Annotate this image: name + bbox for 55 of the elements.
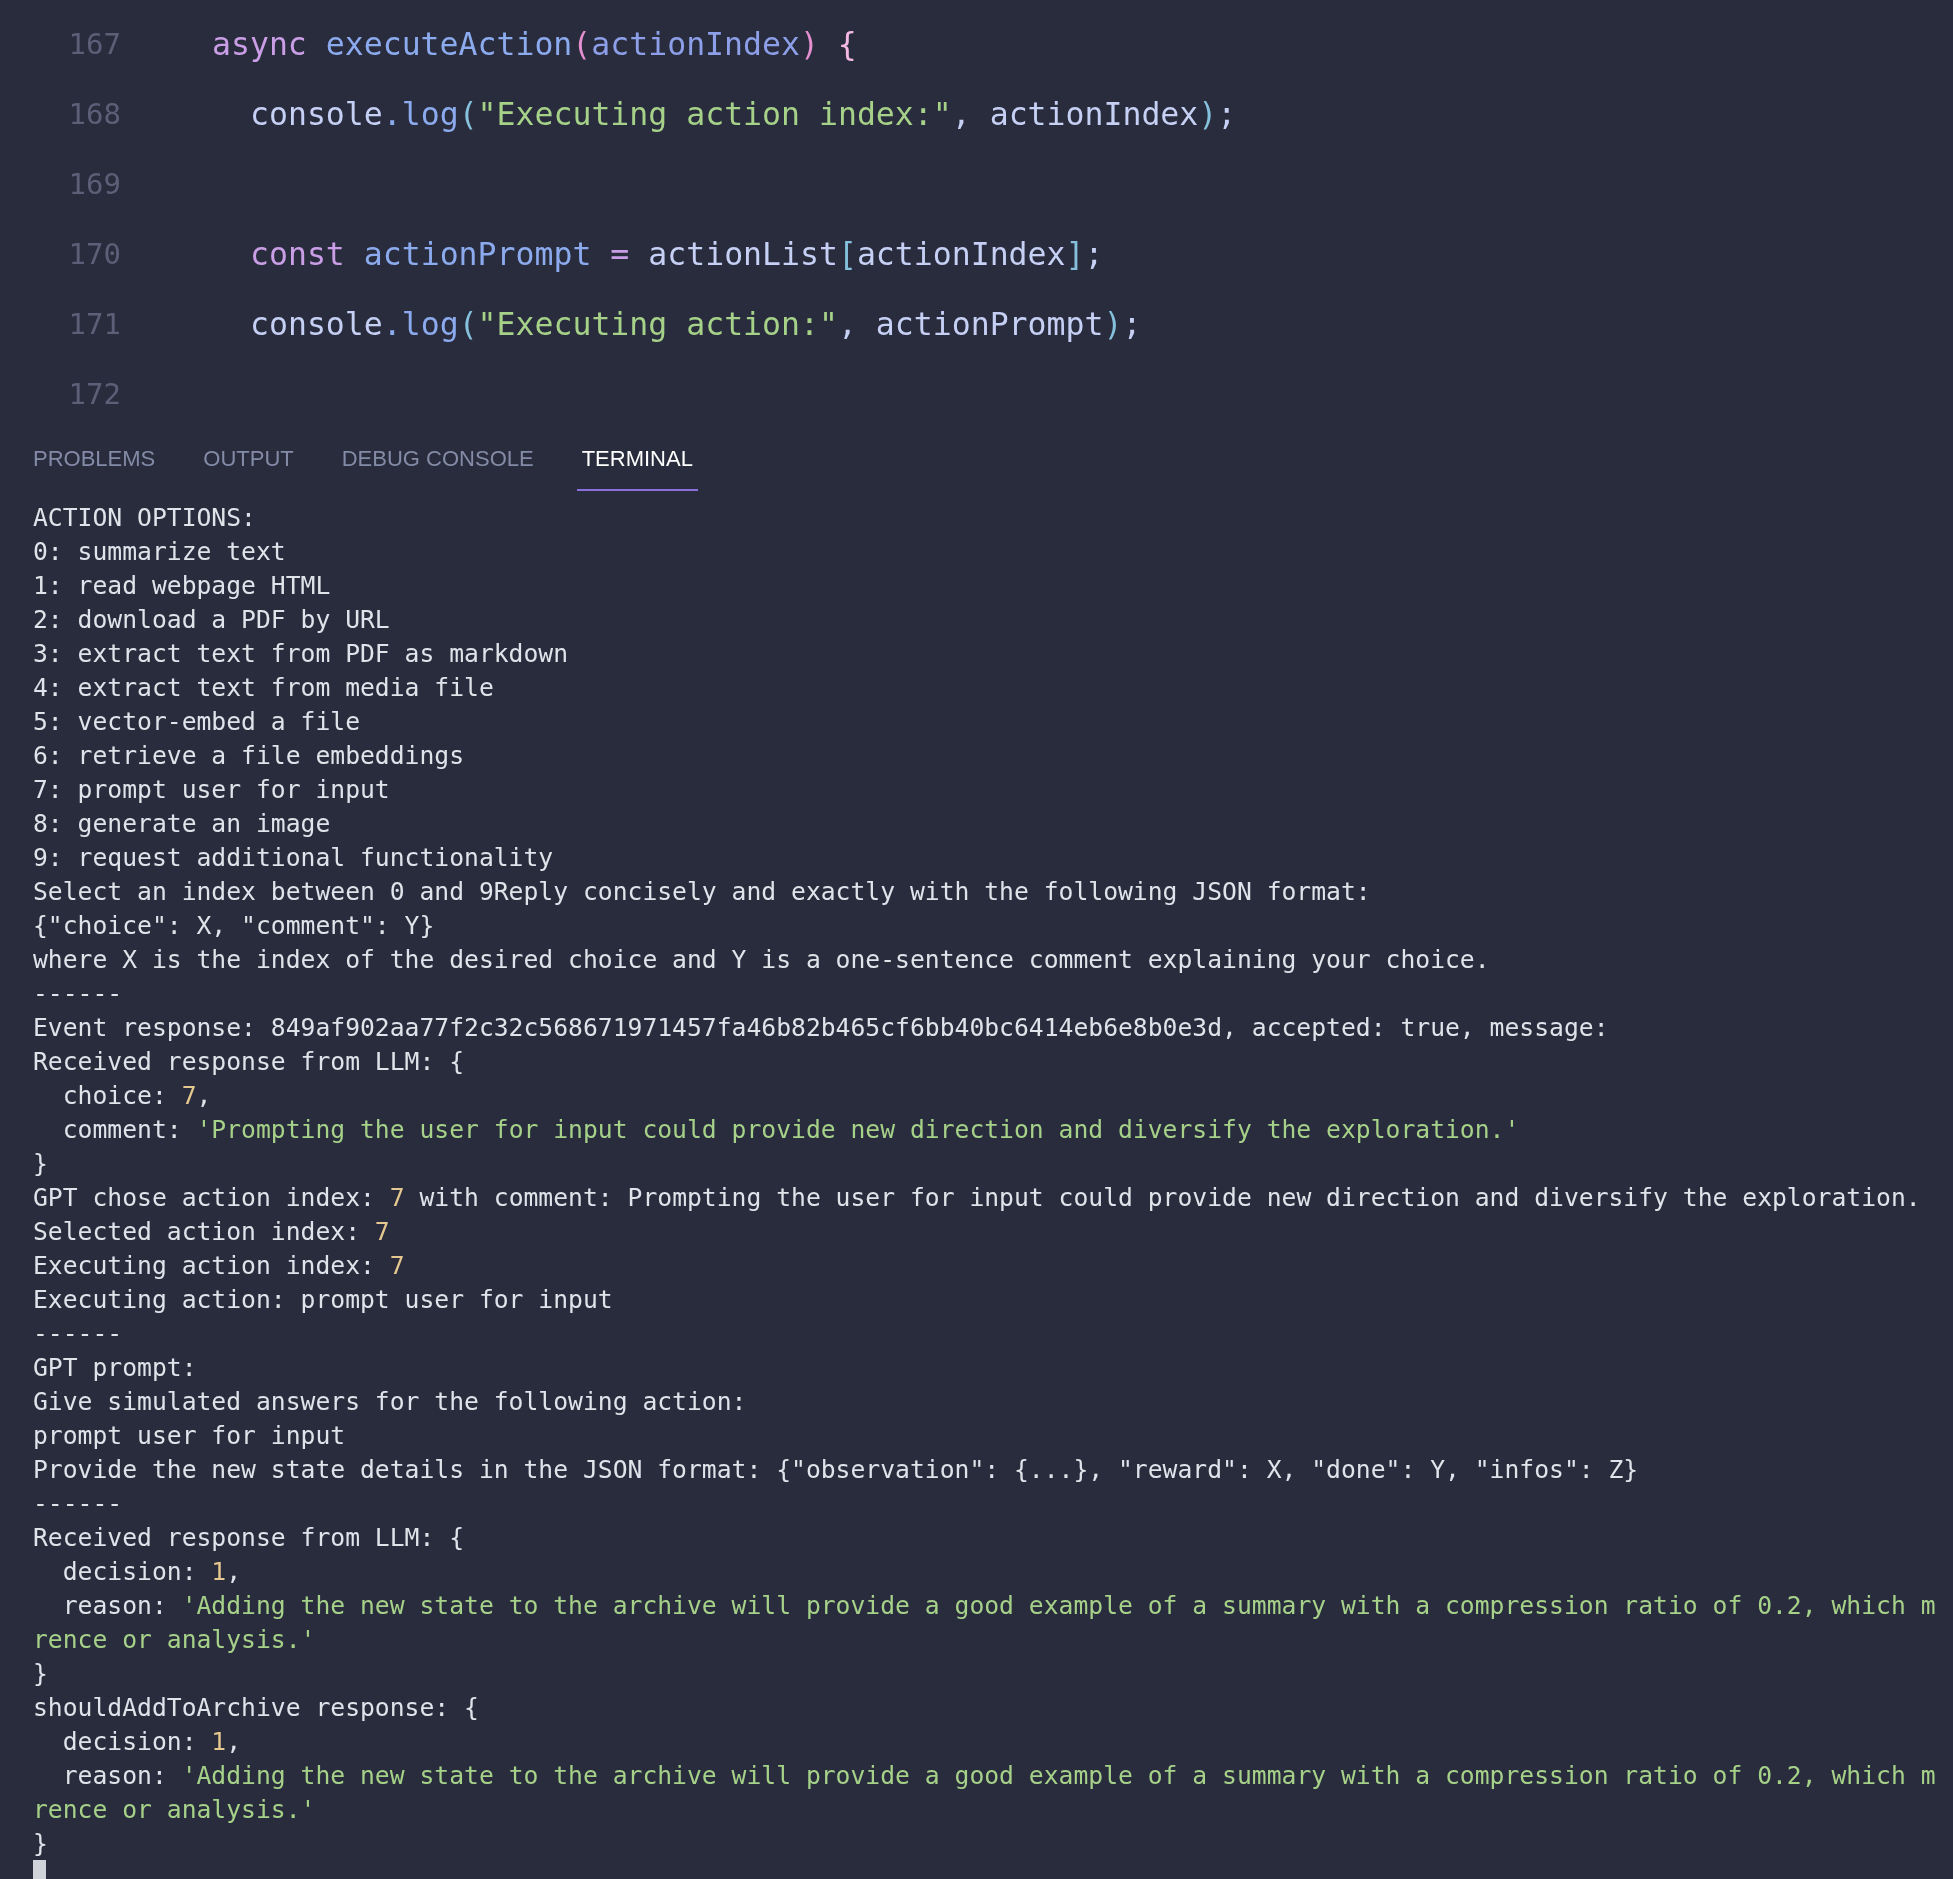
terminal-line: Received response from LLM: { <box>33 1522 465 1552</box>
terminal-line: 0: summarize text <box>33 536 286 566</box>
code-line: async executeAction(actionIndex) { <box>212 26 857 62</box>
terminal-line: Event response: 849af902aa77f2c32c568671971457fa46b82b465cf6bb40bc6414eb6e8b0e3d, accepted: true, message: <box>33 1012 1609 1042</box>
terminal-line: } <box>33 1828 48 1858</box>
terminal-line: decision: 1, <box>61 1726 242 1756</box>
terminal-line: Select an index between 0 and 9Reply concisely and exactly with the following JSON format: <box>33 876 1371 906</box>
terminal-line: reason: 'Adding the new state to the archive will provide a good example of a summary with a compression ratio of 0.2, which m <box>61 1590 1936 1620</box>
terminal-line: Provide the new state details in the JSON format: {"observation": {...}, "reward": X, "done": Y, "infos": Z} <box>33 1454 1639 1484</box>
terminal-line: ACTION OPTIONS: <box>33 502 256 532</box>
terminal-line: ------ <box>33 1318 123 1348</box>
terminal-line: 7: prompt user for input <box>33 774 390 804</box>
terminal-line: decision: 1, <box>61 1556 242 1586</box>
terminal-line: choice: 7, <box>61 1080 212 1110</box>
line-number: 167 <box>67 27 121 61</box>
terminal-line: shouldAddToArchive response: { <box>33 1692 479 1722</box>
code-line: const actionPrompt = actionList[actionIndex]; <box>250 236 1104 272</box>
terminal-line: 8: generate an image <box>33 808 331 838</box>
terminal-line: {"choice": X, "comment": Y} <box>33 910 435 940</box>
terminal-line: ------ <box>33 978 123 1008</box>
terminal-line: rence or analysis.' <box>33 1794 316 1824</box>
line-number: 169 <box>67 167 121 201</box>
panel-tab[interactable]: TERMINAL <box>576 429 698 491</box>
terminal-line: GPT chose action index: 7 with comment: Prompting the user for input could provide new direction and diversify the exploration. <box>33 1182 1921 1212</box>
terminal-line: 5: vector-embed a file <box>33 706 360 736</box>
terminal-line: Selected action index: 7 <box>33 1216 390 1246</box>
terminal-line: Executing action: prompt user for input <box>33 1284 613 1314</box>
line-number: 170 <box>67 237 121 271</box>
code-line: console.log("Executing action:", actionPrompt); <box>250 306 1142 342</box>
panel-tab[interactable]: PROBLEMS <box>28 429 161 491</box>
terminal-line: GPT prompt: <box>33 1352 197 1382</box>
terminal-line: 3: extract text from PDF as markdown <box>33 638 569 668</box>
terminal-line: ------ <box>33 1488 123 1518</box>
terminal-line: } <box>33 1658 48 1688</box>
terminal-line: 1: read webpage HTML <box>33 570 331 600</box>
terminal-line: 4: extract text from media file <box>33 672 494 702</box>
terminal-line: Executing action index: 7 <box>33 1250 405 1280</box>
panel-tab[interactable]: OUTPUT <box>198 429 299 491</box>
terminal-line: prompt user for input <box>33 1420 346 1450</box>
terminal-line: Received response from LLM: { <box>33 1046 465 1076</box>
line-number: 171 <box>67 307 121 341</box>
terminal-line: Give simulated answers for the following action: <box>33 1386 747 1416</box>
code-line: console.log("Executing action index:", actionIndex); <box>250 96 1237 132</box>
terminal-line: } <box>33 1148 48 1178</box>
terminal-line: 9: request additional functionality <box>33 842 554 872</box>
terminal-line: rence or analysis.' <box>33 1624 316 1654</box>
terminal-line: reason: 'Adding the new state to the archive will provide a good example of a summary with a compression ratio of 0.2, which m <box>61 1760 1936 1790</box>
terminal-line: where X is the index of the desired choice and Y is a one-sentence comment explaining your choice. <box>33 944 1490 974</box>
terminal-cursor <box>33 1860 46 1879</box>
terminal-line: 6: retrieve a file embeddings <box>33 740 465 770</box>
line-number: 172 <box>67 377 121 411</box>
line-number: 168 <box>67 97 121 131</box>
panel-tab[interactable]: DEBUG CONSOLE <box>336 429 539 491</box>
terminal-line: comment: 'Prompting the user for input could provide new direction and diversify the exploration.' <box>61 1114 1520 1144</box>
terminal-line: 2: download a PDF by URL <box>33 604 390 634</box>
